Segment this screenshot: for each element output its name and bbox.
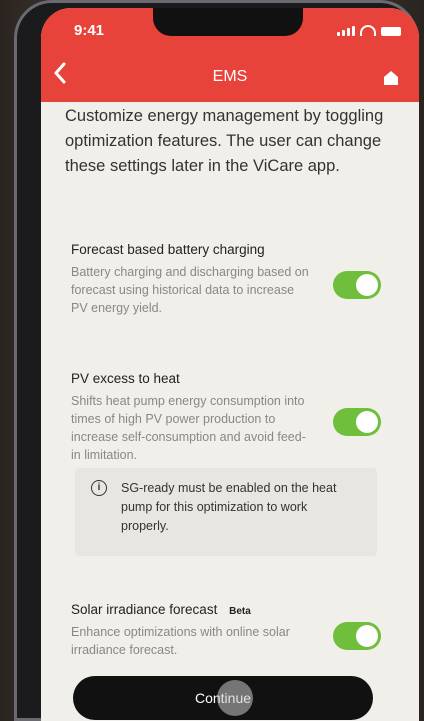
feature-description: Battery charging and discharging based o…: [71, 265, 309, 315]
feature-pv-excess: PV excess to heat Shifts heat pump energ…: [71, 371, 387, 464]
beta-badge: Beta: [229, 606, 251, 617]
status-bar: 9:41: [41, 8, 419, 52]
feature-solar-irradiance: Solar irradiance forecast Beta Enhance o…: [71, 602, 387, 659]
status-icons: [337, 25, 401, 36]
page-title: EMS: [212, 68, 248, 85]
toggle-knob: [356, 625, 378, 647]
touch-indicator: [217, 680, 253, 716]
nav-bar: EMS: [41, 52, 419, 102]
solar-irradiance-toggle[interactable]: [333, 622, 381, 650]
status-time: 9:41: [74, 22, 105, 39]
phone-screen: 9:41 EMS Customize energy management by …: [41, 8, 419, 721]
feature-title: Solar irradiance forecast: [71, 602, 218, 617]
sg-ready-note: i SG-ready must be enabled on the heat p…: [75, 468, 377, 556]
info-icon: i: [91, 480, 107, 496]
intro-text: Customize energy management by toggling …: [65, 107, 384, 175]
continue-button[interactable]: Continue: [73, 676, 373, 720]
feature-title-row: Solar irradiance forecast Beta: [71, 602, 387, 617]
battery-icon: [381, 27, 401, 36]
toggle-knob: [356, 411, 378, 433]
phone-frame: 9:41 EMS Customize energy management by …: [14, 0, 419, 721]
signal-icon: [337, 26, 355, 36]
feature-description: Shifts heat pump energy consumption into…: [71, 394, 306, 462]
wifi-icon: [360, 25, 376, 36]
note-text: SG-ready must be enabled on the heat pum…: [121, 481, 337, 533]
pv-excess-toggle[interactable]: [333, 408, 381, 436]
feature-description: Enhance optimizations with online solar …: [71, 625, 290, 657]
feature-title: Forecast based battery charging: [71, 242, 265, 257]
camera-notch: [153, 8, 303, 36]
home-button[interactable]: [383, 70, 399, 86]
toggle-knob: [356, 274, 378, 296]
content-area: Customize energy management by toggling …: [41, 102, 419, 721]
home-icon: [384, 71, 398, 85]
forecast-battery-toggle[interactable]: [333, 271, 381, 299]
feature-title: PV excess to heat: [71, 371, 180, 386]
feature-forecast-battery: Forecast based battery charging Battery …: [71, 242, 387, 317]
